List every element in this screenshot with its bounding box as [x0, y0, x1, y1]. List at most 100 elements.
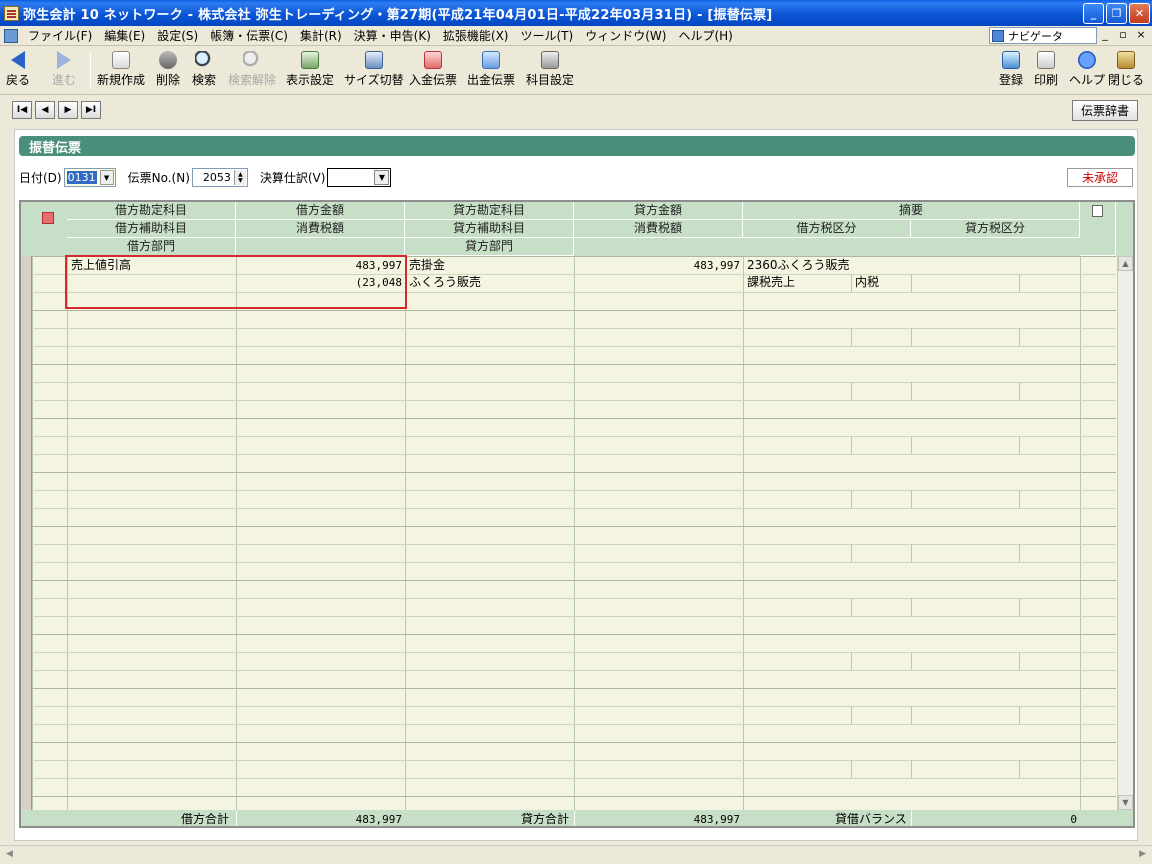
- memo-icon[interactable]: [1092, 205, 1103, 217]
- menu-tools[interactable]: ツール(T): [515, 27, 580, 44]
- back-button[interactable]: 戻る: [6, 51, 30, 88]
- menu-closing[interactable]: 決算・申告(K): [348, 27, 437, 44]
- grid-row-line: [21, 346, 1116, 347]
- next-record-button[interactable]: ▶: [58, 101, 78, 119]
- grid-subcell-line: [851, 436, 852, 454]
- navigator-icon: [992, 29, 1004, 42]
- cell-debit-tax-class[interactable]: 課税売上: [747, 274, 795, 291]
- help-button[interactable]: ヘルプ: [1069, 51, 1105, 88]
- new-button[interactable]: 新規作成: [97, 51, 145, 88]
- book-icon[interactable]: [42, 212, 54, 224]
- restore-button[interactable]: ❐: [1106, 2, 1127, 24]
- grid-subcell-line: [851, 598, 852, 616]
- last-record-button[interactable]: ▶I: [81, 101, 101, 119]
- menu-extensions[interactable]: 拡張機能(X): [437, 27, 515, 44]
- grid-row-line: [21, 310, 1116, 311]
- toolbar-separator: [90, 53, 91, 89]
- grid-subcell-line: [1019, 328, 1020, 346]
- mdi-restore-button[interactable]: ▫: [1116, 28, 1130, 41]
- grid-row-line: [21, 328, 1116, 329]
- prev-record-button[interactable]: ◀: [35, 101, 55, 119]
- spin-icon[interactable]: ▲ ▼: [233, 170, 246, 185]
- row-header[interactable]: [21, 526, 32, 580]
- scroll-left-icon[interactable]: ◀: [6, 849, 13, 859]
- menu-file[interactable]: ファイル(F): [22, 27, 98, 44]
- date-label: 日付(D): [19, 171, 62, 185]
- search-clear-button[interactable]: 検索解除: [228, 51, 276, 88]
- forward-button[interactable]: 進む: [52, 51, 76, 88]
- mdi-minimize-button[interactable]: _: [1098, 28, 1112, 41]
- header-debit-tax: 消費税額: [236, 220, 405, 238]
- row-header[interactable]: [21, 688, 32, 742]
- row-header[interactable]: [21, 418, 32, 472]
- date-input[interactable]: 0131 ▼: [63, 168, 116, 187]
- mdi-close-button[interactable]: ×: [1134, 28, 1148, 41]
- scroll-right-icon[interactable]: ▶: [1139, 849, 1146, 859]
- window-menu-icon[interactable]: [4, 28, 18, 43]
- size-toggle-button[interactable]: サイズ切替: [344, 51, 404, 88]
- cell-tax-method[interactable]: 内税: [855, 274, 879, 291]
- cell-selection-highlight: [65, 255, 407, 309]
- slip-no-input[interactable]: 2053 ▲ ▼: [191, 168, 248, 187]
- scroll-up-icon[interactable]: ▲: [1118, 256, 1133, 271]
- debit-total-label: 借方合計: [181, 812, 230, 826]
- grid-row-line: [21, 508, 1116, 509]
- cell-credit-account[interactable]: 売掛金: [409, 257, 445, 274]
- grid-subcell-line: [1019, 544, 1020, 562]
- menu-window[interactable]: ウィンドウ(W): [579, 27, 672, 44]
- settlement-select[interactable]: ▼: [327, 168, 392, 187]
- subject-settings-button[interactable]: 科目設定: [526, 51, 574, 88]
- cell-credit-amount[interactable]: 483,997: [574, 257, 743, 274]
- print-button[interactable]: 印刷: [1034, 51, 1058, 88]
- chevron-down-icon[interactable]: ▼: [374, 170, 390, 185]
- horizontal-scrollbar[interactable]: ◀ ▶: [0, 845, 1152, 864]
- grid-line: [1080, 256, 1081, 810]
- grid-subcell-line: [1019, 706, 1020, 724]
- row-header[interactable]: [21, 364, 32, 418]
- grid-subcell-line: [1019, 274, 1020, 292]
- grid-subcell-line: [911, 274, 912, 292]
- out-slip-button[interactable]: 出金伝票: [467, 51, 515, 88]
- credit-total-value: 483,997: [574, 811, 743, 826]
- menu-edit[interactable]: 編集(E): [98, 27, 151, 44]
- cell-credit-sub[interactable]: ふくろう販売: [409, 274, 481, 291]
- minimize-button[interactable]: _: [1083, 2, 1104, 24]
- grid-subcell-line: [851, 490, 852, 508]
- menu-settings[interactable]: 設定(S): [151, 27, 204, 44]
- grid-row-line: [21, 526, 1116, 527]
- grid-row-line: [21, 670, 1116, 671]
- grid-row-line: [21, 382, 1116, 383]
- menu-help[interactable]: ヘルプ(H): [672, 27, 738, 44]
- new-document-icon: [112, 51, 130, 69]
- cell-description[interactable]: 2360ふくろう販売: [747, 257, 850, 274]
- row-header[interactable]: [21, 580, 32, 634]
- app-icon: [4, 5, 19, 21]
- scroll-down-icon[interactable]: ▼: [1118, 795, 1133, 810]
- row-header[interactable]: [21, 310, 32, 364]
- grid-subcell-line: [911, 760, 912, 778]
- navigator-toggle[interactable]: ナビゲータ: [989, 27, 1097, 44]
- grid-vertical-scrollbar[interactable]: ▲ ▼: [1117, 256, 1133, 810]
- slip-form-row: 日付(D) 0131 ▼ 伝票No.(N) 2053 ▲ ▼ 決算仕訳(V) ▼: [19, 168, 392, 187]
- header-blank: [236, 238, 405, 256]
- header-debit-account: 借方勘定科目: [67, 202, 236, 220]
- menu-summary[interactable]: 集計(R): [294, 27, 348, 44]
- search-button[interactable]: 検索: [192, 51, 216, 88]
- display-settings-button[interactable]: 表示設定: [286, 51, 334, 88]
- delete-button[interactable]: 削除: [156, 51, 180, 88]
- slip-dictionary-button[interactable]: 伝票辞書: [1072, 100, 1138, 121]
- close-button[interactable]: ✕: [1129, 2, 1150, 24]
- menu-books[interactable]: 帳簿・伝票(C): [204, 27, 294, 44]
- row-header[interactable]: [21, 256, 32, 310]
- row-header[interactable]: [21, 742, 32, 796]
- grid-row-line: [21, 418, 1116, 419]
- close-window-button[interactable]: 閉じる: [1108, 51, 1144, 88]
- search-icon: [195, 51, 213, 69]
- register-button[interactable]: 登録: [999, 51, 1023, 88]
- calendar-dropdown-icon[interactable]: ▼: [99, 170, 114, 185]
- row-header[interactable]: [21, 472, 32, 526]
- in-slip-button[interactable]: 入金伝票: [409, 51, 457, 88]
- header-description: 摘要: [743, 202, 1080, 220]
- row-header[interactable]: [21, 634, 32, 688]
- first-record-button[interactable]: I◀: [12, 101, 32, 119]
